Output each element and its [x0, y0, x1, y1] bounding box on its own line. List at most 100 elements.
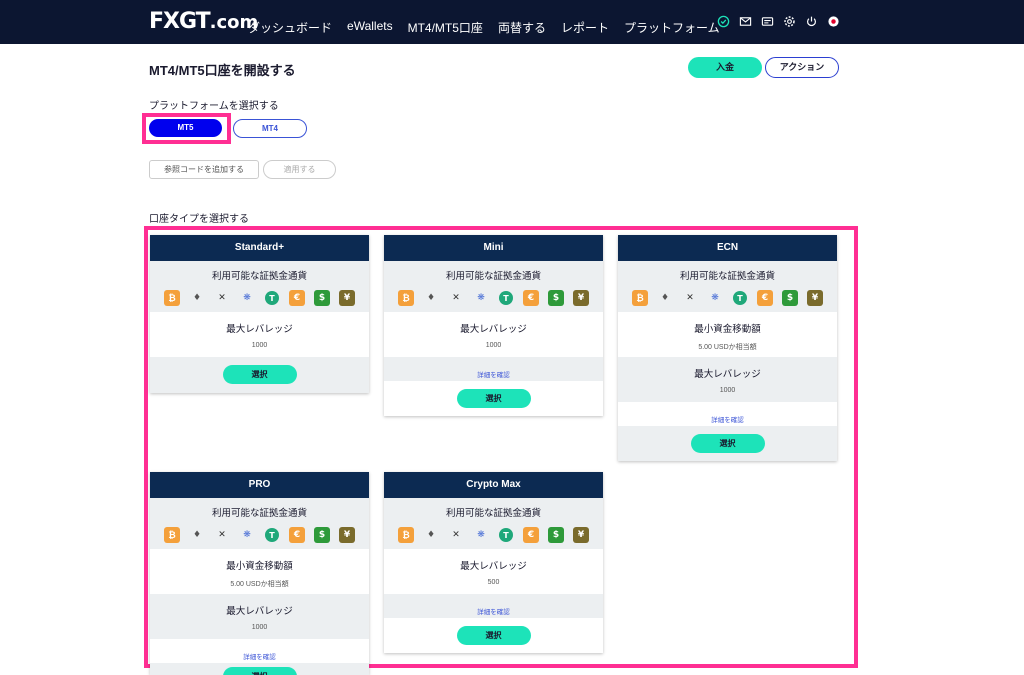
card-title: Standard+ — [150, 235, 369, 261]
nav-exchange[interactable]: 両替する — [498, 19, 546, 36]
xrp-icon: ✕ — [452, 530, 460, 540]
usdt-icon: T — [498, 527, 514, 543]
xrp-icon: ✕ — [218, 530, 226, 540]
btc-icon: ₿ — [398, 290, 414, 306]
details-link[interactable]: 詳細を確認 — [477, 609, 510, 616]
flag-icon[interactable] — [827, 15, 840, 28]
currencies-title: 利用可能な証拠金通貨 — [211, 271, 307, 282]
eur-icon: € — [757, 290, 773, 306]
eth-icon: ♦ — [192, 293, 202, 303]
min-transfer-section: 最小資金移動額 5.00 USDか相当額 — [618, 312, 837, 357]
main-nav: ダッシュボード eWallets MT4/MT5口座 両替する レポート プラッ… — [248, 19, 735, 36]
leverage-section: 最大レバレッジ 1000 — [150, 312, 369, 357]
eth-icon: ♦ — [426, 293, 436, 303]
jpy-icon: ¥ — [339, 527, 355, 543]
nav-ewallets[interactable]: eWallets — [347, 19, 393, 36]
apply-button[interactable]: 適用する — [263, 160, 336, 179]
select-section: 選択 — [384, 381, 603, 416]
currency-icons: ₿ ♦ ✕ ❋ T € $ ¥ — [150, 527, 369, 543]
usdt-icon: T — [264, 527, 280, 543]
account-card-standard-plus: Standard+ 利用可能な証拠金通貨 ₿ ♦ ✕ ❋ T € $ ¥ 最大レ… — [150, 235, 369, 393]
usd-icon: $ — [782, 290, 798, 306]
nav-platforms[interactable]: プラットフォーム — [624, 19, 720, 36]
currencies-section: 利用可能な証拠金通貨 ₿ ♦ ✕ ❋ T € $ ¥ — [150, 261, 369, 312]
currency-icons: ₿ ♦ ✕ ❋ T € $ ¥ — [618, 290, 837, 306]
account-card-mini: Mini 利用可能な証拠金通貨 ₿ ♦ ✕ ❋ T € $ ¥ 最大レバレッジ … — [384, 235, 603, 416]
details-section: 詳細を確認 — [384, 357, 603, 381]
nav-dashboard[interactable]: ダッシュボード — [248, 19, 332, 36]
nav-reports[interactable]: レポート — [561, 19, 609, 36]
btc-icon: ₿ — [632, 290, 648, 306]
check-circle-icon[interactable] — [717, 15, 730, 28]
card-title: PRO — [150, 472, 369, 498]
details-link[interactable]: 詳細を確認 — [477, 372, 510, 379]
select-section: 選択 — [150, 663, 369, 675]
min-transfer-value: 5.00 USDか相当額 — [698, 344, 757, 351]
account-card-pro: PRO 利用可能な証拠金通貨 ₿ ♦ ✕ ❋ T € $ ¥ 最小資金移動額 5… — [150, 472, 369, 675]
usd-icon: $ — [314, 527, 330, 543]
currencies-title: 利用可能な証拠金通貨 — [445, 508, 541, 519]
xrp-icon: ✕ — [686, 293, 694, 303]
leverage-title: 最大レバレッジ — [460, 561, 527, 572]
usdt-icon: T — [732, 290, 748, 306]
ada-icon: ❋ — [477, 530, 485, 540]
account-card-ecn: ECN 利用可能な証拠金通貨 ₿ ♦ ✕ ❋ T € $ ¥ 最小資金移動額 5… — [618, 235, 837, 461]
action-button[interactable]: アクション — [765, 57, 839, 78]
ada-icon: ❋ — [477, 293, 485, 303]
select-button[interactable]: 選択 — [222, 365, 297, 384]
min-transfer-value: 5.00 USDか相当額 — [230, 581, 289, 588]
gear-icon[interactable] — [783, 15, 796, 28]
usdt-icon: T — [264, 290, 280, 306]
account-type-label: 口座タイプを選択する — [149, 214, 249, 225]
leverage-section: 最大レバレッジ 500 — [384, 549, 603, 594]
btc-icon: ₿ — [164, 290, 180, 306]
jpy-icon: ¥ — [339, 290, 355, 306]
page-title: MT4/MT5口座を開設する — [149, 63, 296, 78]
power-icon[interactable] — [805, 15, 818, 28]
inbox-icon[interactable] — [761, 15, 774, 28]
leverage-value: 1000 — [485, 342, 502, 349]
details-section: 詳細を確認 — [384, 594, 603, 618]
select-section: 選択 — [618, 426, 837, 461]
card-title: Crypto Max — [384, 472, 603, 498]
btc-icon: ₿ — [164, 527, 180, 543]
currencies-section: 利用可能な証拠金通貨 ₿ ♦ ✕ ❋ T € $ ¥ — [384, 498, 603, 549]
add-referral-code-button[interactable]: 参照コードを追加する — [149, 160, 259, 179]
select-section: 選択 — [384, 618, 603, 653]
eur-icon: € — [523, 527, 539, 543]
leverage-title: 最大レバレッジ — [226, 324, 293, 335]
deposit-button[interactable]: 入金 — [688, 57, 762, 78]
select-button[interactable]: 選択 — [222, 667, 297, 675]
leverage-section: 最大レバレッジ 1000 — [384, 312, 603, 357]
select-button[interactable]: 選択 — [456, 626, 531, 645]
leverage-value: 1000 — [719, 387, 736, 394]
mail-icon[interactable] — [739, 15, 752, 28]
select-button[interactable]: 選択 — [456, 389, 531, 408]
usd-icon: $ — [548, 290, 564, 306]
account-card-crypto-max: Crypto Max 利用可能な証拠金通貨 ₿ ♦ ✕ ❋ T € $ ¥ 最大… — [384, 472, 603, 653]
usdt-icon: T — [498, 290, 514, 306]
fxgt-logo[interactable]: FXGT.com — [149, 9, 258, 34]
mt4-button[interactable]: MT4 — [233, 119, 307, 138]
min-transfer-title: 最小資金移動額 — [226, 561, 293, 572]
mt5-button[interactable]: MT5 — [149, 119, 222, 137]
currency-icons: ₿ ♦ ✕ ❋ T € $ ¥ — [384, 527, 603, 543]
leverage-section: 最大レバレッジ 1000 — [150, 594, 369, 639]
select-section: 選択 — [150, 357, 369, 393]
xrp-icon: ✕ — [218, 293, 226, 303]
ada-icon: ❋ — [711, 293, 719, 303]
eth-icon: ♦ — [192, 530, 202, 540]
details-link[interactable]: 詳細を確認 — [243, 654, 276, 661]
header-icons — [717, 15, 840, 28]
select-button[interactable]: 選択 — [690, 434, 765, 453]
xrp-icon: ✕ — [452, 293, 460, 303]
eur-icon: € — [523, 290, 539, 306]
details-link[interactable]: 詳細を確認 — [711, 417, 744, 424]
leverage-value: 500 — [487, 579, 500, 586]
leverage-title: 最大レバレッジ — [460, 324, 527, 335]
card-title: Mini — [384, 235, 603, 261]
ada-icon: ❋ — [243, 293, 251, 303]
currencies-section: 利用可能な証拠金通貨 ₿ ♦ ✕ ❋ T € $ ¥ — [384, 261, 603, 312]
nav-mt-accounts[interactable]: MT4/MT5口座 — [408, 19, 483, 36]
currency-icons: ₿ ♦ ✕ ❋ T € $ ¥ — [384, 290, 603, 306]
